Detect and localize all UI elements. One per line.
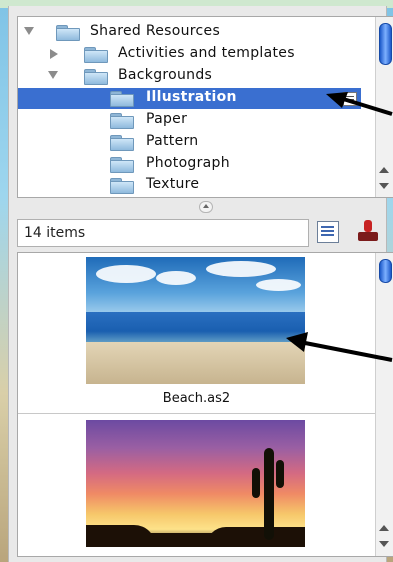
scroll-down-icon[interactable] (379, 541, 389, 547)
folder-icon (110, 157, 134, 173)
stamp-icon[interactable] (355, 219, 381, 245)
disclosure-open-icon[interactable] (48, 71, 58, 79)
folder-icon (110, 135, 134, 151)
pane-splitter[interactable] (199, 201, 213, 213)
tree-item-texture[interactable]: Texture (18, 175, 361, 196)
tree-item-label: Shared Resources (90, 23, 221, 39)
scroll-down-icon[interactable] (379, 183, 389, 189)
tree-item-label: Photograph (146, 155, 230, 171)
scroll-thumb[interactable] (379, 23, 392, 65)
tree-item-photograph[interactable]: Photograph (18, 154, 361, 175)
tree-item-backgrounds[interactable]: Backgrounds (18, 66, 361, 87)
item-count: 14 items (24, 225, 86, 241)
tree-item-label: Texture (146, 176, 200, 192)
folder-icon (110, 113, 134, 129)
tree-item-label: Activities and templates (118, 45, 295, 61)
folder-icon (110, 178, 134, 194)
tree-item-activities-and-templates[interactable]: Activities and templates (18, 44, 361, 65)
folder-icon (56, 25, 80, 41)
tree-item-paper[interactable]: Paper (18, 110, 361, 131)
scroll-up-icon[interactable] (379, 525, 389, 531)
tree-item-shared-resources[interactable]: Shared Resources (18, 22, 361, 43)
tree-item-label: Pattern (146, 133, 199, 149)
beach-thumbnail[interactable] (86, 257, 305, 384)
item-count-field: 14 items (17, 219, 309, 247)
thumbnail-list: Beach.as2 (17, 252, 393, 557)
thumbnail-caption: Beach.as2 (162, 391, 231, 406)
folder-icon (84, 47, 108, 63)
list-scrollbar[interactable] (375, 253, 393, 556)
annotation-arrow-icon (286, 332, 393, 362)
sunset-thumbnail[interactable] (86, 420, 305, 547)
scroll-up-icon[interactable] (379, 167, 389, 173)
disclosure-closed-icon[interactable] (50, 49, 58, 59)
tree-item-label: Illustration (146, 89, 237, 105)
thumbnail-item-sunset[interactable] (18, 414, 375, 556)
disclosure-open-icon[interactable] (24, 27, 34, 35)
annotation-arrow-icon (326, 92, 393, 116)
tree-item-label: Paper (146, 111, 188, 127)
folder-icon (110, 91, 134, 107)
scroll-thumb[interactable] (379, 259, 392, 283)
tree-item-pattern[interactable]: Pattern (18, 132, 361, 153)
list-view-icon[interactable] (315, 219, 341, 245)
tree-item-illustration[interactable]: Illustration (18, 88, 361, 109)
folder-icon (84, 69, 108, 85)
tree-item-label: Backgrounds (118, 67, 213, 83)
